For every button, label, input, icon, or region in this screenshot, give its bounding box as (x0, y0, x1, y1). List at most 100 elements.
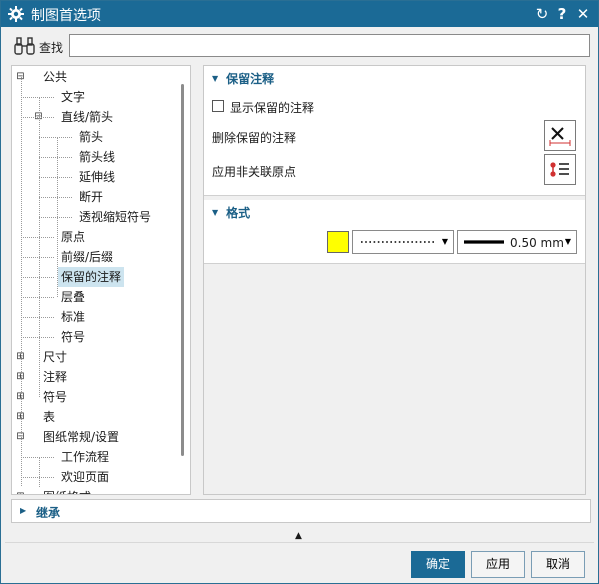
tree-item-label: 符号 (61, 330, 86, 344)
retained-section-header[interactable]: ▼ 保留注释 (212, 70, 274, 87)
chevron-down-icon: ▼ (564, 237, 571, 246)
show-retained-label: 显示保留的注释 (230, 101, 315, 115)
tree-item-label: 延伸线 (79, 170, 116, 184)
tree-guide-line (57, 137, 58, 297)
chevron-down-icon: ▼ (441, 237, 448, 246)
format-section-header[interactable]: ▼ 格式 (212, 204, 250, 221)
tree-guide-line (21, 297, 54, 298)
inherit-section[interactable]: ▶ 继承 (11, 499, 591, 523)
tree-guide-line (21, 77, 22, 486)
tree-guide-line (39, 197, 72, 198)
delete-retained-icon (549, 127, 571, 146)
tree-item-label: 尺寸 (43, 350, 68, 364)
search-row: 查找 (11, 33, 591, 59)
inherit-label: 继承 (36, 506, 61, 520)
tree-guide-line (39, 137, 72, 138)
tree-scrollbar[interactable] (181, 84, 184, 456)
tree-item[interactable]: ⊞ 符号 (12, 387, 172, 407)
close-icon[interactable]: ✕ (574, 4, 592, 24)
tree-item-label: 欢迎页面 (61, 470, 110, 484)
tree-item[interactable]: 延伸线 (12, 167, 172, 187)
tree-item-label: 符号 (43, 390, 68, 404)
expand-triangle-icon: ▶ (20, 506, 27, 515)
tree-item-label: 箭头 (79, 130, 104, 144)
tree-guide-line (21, 457, 54, 458)
tree-guide-line (21, 317, 54, 318)
preferences-tree: ⊟ 公共 文字 ⊟ 直线/箭头 箭头 箭头线 延伸线 断开 透视缩短符号 原点 前缀/后缀 保留的注释层… (11, 65, 191, 495)
tree-item[interactable]: 透视缩短符号 (12, 207, 172, 227)
tree-guide-line (21, 337, 54, 338)
tree-guide-line (21, 477, 54, 478)
reset-icon[interactable]: ↻ (533, 4, 551, 24)
tree-item-label: 直线/箭头 (61, 110, 114, 124)
tree-item[interactable]: ⊟ 公共 (12, 67, 172, 87)
tree-guide-line (21, 277, 54, 278)
tree-item-label: 文字 (61, 90, 86, 104)
tree-guide-line (39, 457, 40, 487)
color-swatch[interactable] (327, 231, 349, 253)
settings-panel: ▼ 保留注释 显示保留的注释 删除保留的注释 应用非关联原点 ▼ 格式 ▼ 0.… (203, 65, 586, 495)
tree-item-label: 图纸常规/设置 (43, 430, 120, 444)
dialog-title: 制图首选项 (31, 8, 101, 24)
tree-guide-line (39, 157, 72, 158)
line-style-dropdown[interactable]: ▼ (352, 230, 454, 254)
cancel-button[interactable]: 取消 (531, 551, 585, 578)
tree-item-label: 表 (43, 410, 56, 424)
gear-icon (8, 6, 24, 22)
preferences-dialog: 制图首选项 ↻ ? ✕ 查找 ⊟ 公共 文字 ⊟ 直线/箭头 箭头 箭头线 延伸线 断开 透视缩短… (0, 0, 599, 584)
tree-item-label: 注释 (43, 370, 68, 384)
apply-origin-label: 应用非关联原点 (212, 165, 297, 179)
search-input[interactable] (69, 34, 590, 57)
tree-item[interactable]: 箭头线 (12, 147, 172, 167)
tree-guide-line (21, 97, 54, 98)
binoculars-icon (14, 37, 35, 55)
line-width-icon (464, 240, 504, 244)
tree-item-label: 箭头线 (79, 150, 116, 164)
tree-item-label: 图纸格式 (40, 487, 94, 494)
collapse-triangle-icon: ▼ (212, 208, 219, 217)
retained-section-title: 保留注释 (226, 72, 275, 86)
apply-origin-button[interactable] (544, 154, 576, 185)
title-bar: 制图首选项 ↻ ? ✕ (1, 1, 598, 27)
dotted-line-icon (361, 241, 435, 243)
tree-item-label: 工作流程 (61, 450, 110, 464)
line-width-dropdown[interactable]: 0.50 mm ▼ (457, 230, 577, 254)
tree-item-label: 前缀/后缀 (61, 250, 114, 264)
collapse-triangle-icon: ▼ (212, 74, 219, 83)
apply-button[interactable]: 应用 (471, 551, 525, 578)
tree-item[interactable]: ⊞ 尺寸 (12, 347, 172, 367)
tree-item-label: 断开 (79, 190, 104, 204)
tree-item-label: 层叠 (61, 290, 86, 304)
divider (5, 542, 594, 543)
tree-guide-line (21, 237, 54, 238)
tree-item[interactable]: ⊞ 表 (12, 407, 172, 427)
search-label: 查找 (39, 41, 64, 55)
delete-retained-button[interactable] (544, 120, 576, 151)
format-section-title: 格式 (226, 206, 251, 220)
ok-button[interactable]: 确定 (411, 551, 465, 578)
tree-item[interactable]: 断开 (12, 187, 172, 207)
origin-list-icon (550, 162, 569, 177)
help-icon[interactable]: ? (553, 4, 571, 24)
tree-item-label: 保留的注释 (58, 267, 125, 287)
show-retained-checkbox[interactable] (212, 100, 224, 112)
tree-item-label: 原点 (61, 230, 86, 244)
tree-expand-icon[interactable]: ⊞ (16, 492, 25, 495)
collapse-up-icon[interactable]: ▲ (295, 531, 302, 541)
retained-annotations-section: ▼ 保留注释 显示保留的注释 删除保留的注释 应用非关联原点 (204, 66, 585, 196)
tree-item[interactable]: ⊟ 图纸常规/设置 (12, 427, 172, 447)
tree-item-label: 公共 (43, 70, 68, 84)
tree-guide-line (21, 117, 54, 118)
tree-item[interactable]: ⊞ 图纸格式 (12, 487, 172, 495)
tree-guide-line (21, 257, 54, 258)
tree-guide-line (39, 97, 40, 397)
format-section: ▼ 格式 ▼ 0.50 mm ▼ (204, 200, 585, 264)
delete-retained-label: 删除保留的注释 (212, 131, 297, 145)
tree-item-label: 透视缩短符号 (79, 210, 152, 224)
tree-item[interactable]: ⊞ 注释 (12, 367, 172, 387)
tree-item-label: 标准 (61, 310, 86, 324)
line-width-value: 0.50 mm (510, 236, 564, 250)
tree-item[interactable]: 箭头 (12, 127, 172, 147)
tree-guide-line (39, 177, 72, 178)
tree-guide-line (39, 217, 72, 218)
